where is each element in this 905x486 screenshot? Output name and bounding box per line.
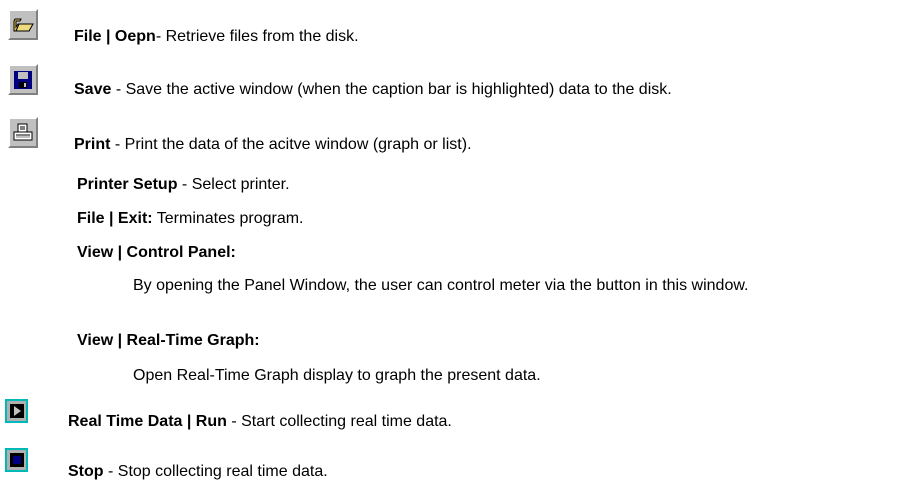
exit-desc: Terminates program.	[152, 210, 304, 227]
printer-setup-desc: - Select printer.	[177, 176, 290, 193]
print-item-desc: - Print the data of the acitve window (g…	[110, 136, 472, 153]
stop-item-desc: - Stop collecting real time data.	[103, 463, 328, 480]
run-item: Real Time Data | Run - Start collecting …	[68, 412, 452, 432]
printer-setup-title: Printer Setup	[77, 176, 178, 193]
play-icon	[9, 404, 24, 418]
open-item-title: File | Oepn	[74, 28, 156, 45]
open-item-desc: - Retrieve files from the disk.	[155, 28, 359, 45]
exit-item: File | Exit: Terminates program.	[77, 209, 303, 229]
print-item: Print - Print the data of the acitve win…	[74, 135, 472, 155]
run-item-title: Real Time Data | Run	[68, 413, 227, 430]
save-toolbar-button[interactable]	[8, 64, 38, 95]
open-item: File | Oepn- Retrieve files from the dis…	[74, 27, 359, 47]
stop-item-title: Stop	[68, 463, 104, 480]
exit-title: File | Exit:	[77, 210, 153, 227]
save-item-desc: - Save the active window (when the capti…	[111, 81, 672, 98]
stop-item: Stop - Stop collecting real time data.	[68, 462, 328, 482]
folder-open-icon	[13, 18, 34, 31]
control-panel-desc: By opening the Panel Window, the user ca…	[133, 277, 749, 294]
save-item-title: Save	[74, 81, 112, 98]
print-item-title: Print	[74, 136, 111, 153]
open-toolbar-button[interactable]	[8, 9, 38, 40]
run-item-desc: - Start collecting real time data.	[226, 413, 452, 430]
print-toolbar-button[interactable]	[8, 117, 38, 148]
floppy-disk-icon	[14, 70, 32, 89]
stop-icon	[9, 453, 24, 467]
realtime-graph-title: View | Real-Time Graph:	[77, 332, 260, 349]
control-panel-title: View | Control Panel:	[77, 244, 236, 261]
printer-icon	[13, 123, 33, 140]
run-toolbar-button[interactable]	[5, 399, 28, 423]
stop-toolbar-button[interactable]	[5, 448, 28, 472]
printer-setup-item: Printer Setup - Select printer.	[77, 175, 290, 195]
save-item: Save - Save the active window (when the …	[74, 80, 672, 100]
realtime-graph-desc: Open Real-Time Graph display to graph th…	[133, 367, 541, 384]
